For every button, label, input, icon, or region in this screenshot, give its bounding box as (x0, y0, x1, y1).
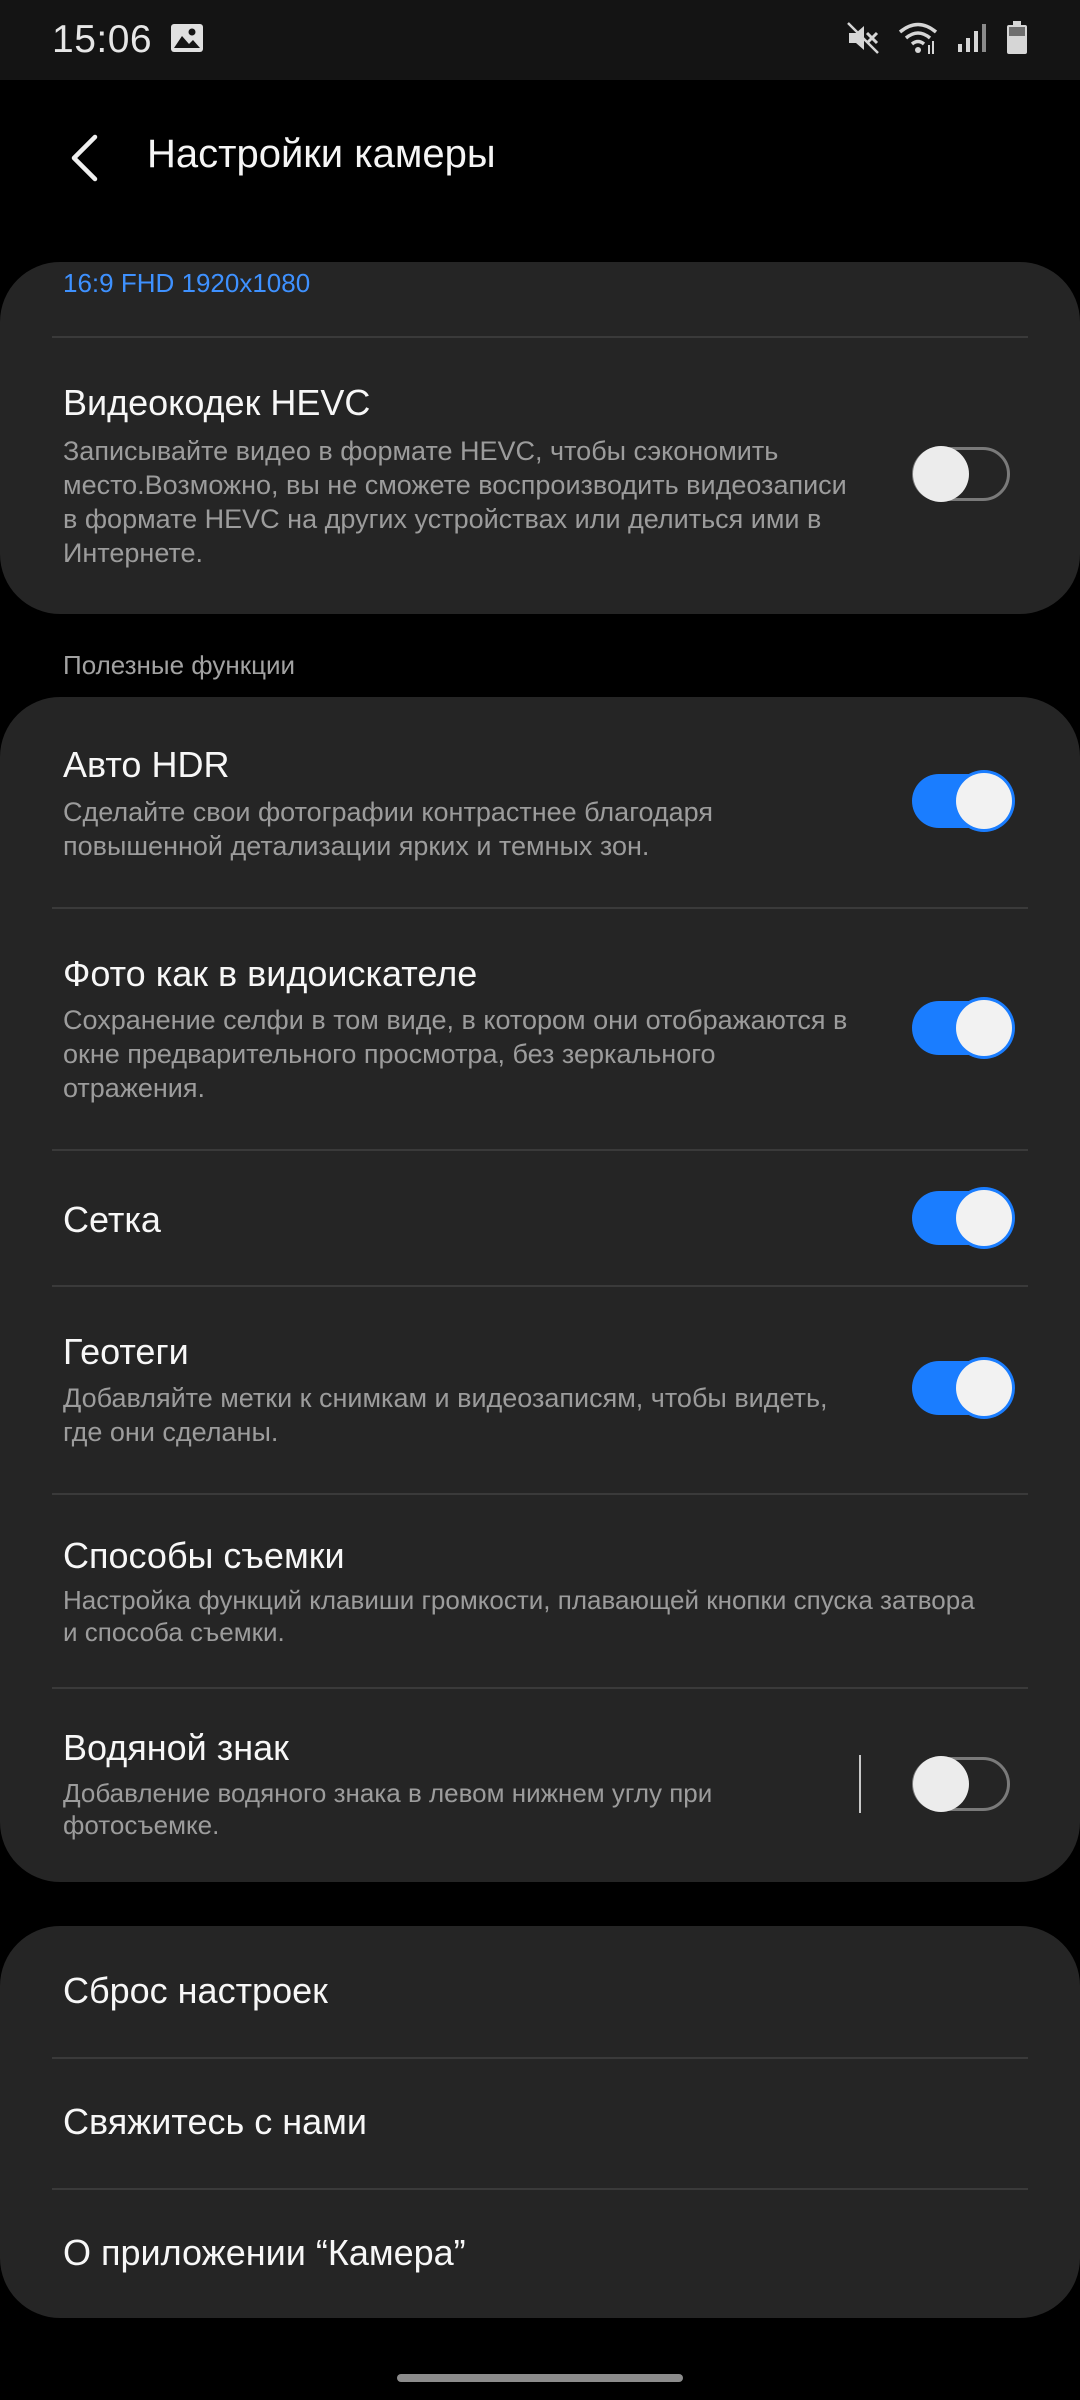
setting-row-watermark[interactable]: Водяной знак Добавление водяного знака в… (0, 1689, 1080, 1882)
status-left: 15:06 (52, 18, 204, 62)
setting-row-shooting-methods[interactable]: Способы съемки Настройка функций клавиши… (0, 1495, 1080, 1687)
home-indicator[interactable] (397, 2374, 683, 2382)
auto-hdr-toggle[interactable] (912, 773, 1012, 829)
menu-item-label: Сброс настроек (63, 1970, 328, 2011)
menu-item-reset-settings[interactable]: Сброс настроек (0, 1926, 1080, 2057)
setting-title: Геотеги (63, 1331, 189, 1372)
setting-description: Добавляйте метки к снимкам и видеозапися… (63, 1383, 828, 1447)
section-label: Полезные функции (63, 650, 296, 680)
page-title: Настройки камеры (147, 132, 496, 176)
hevc-toggle[interactable] (912, 446, 1010, 502)
app-header: Настройки камеры (0, 80, 1080, 235)
signal-icon (956, 22, 988, 59)
toggle-knob (956, 1360, 1012, 1416)
setting-description: Добавление водяного знака в левом нижнем… (63, 1778, 713, 1840)
toggle-knob (913, 446, 969, 502)
menu-item-about-camera[interactable]: О приложении “Камера” (0, 2190, 1080, 2318)
toggle-knob (956, 773, 1012, 829)
setting-row-hevc[interactable]: Видеокодек HEVC Записывайте видео в форм… (0, 338, 1080, 614)
toggle-knob (956, 1000, 1012, 1056)
status-time: 15:06 (52, 18, 153, 61)
setting-description: Настройка функций клавиши громкости, пла… (63, 1585, 975, 1647)
setting-row-geotags[interactable]: Геотеги Добавляйте метки к снимкам и вид… (0, 1287, 1080, 1493)
status-bar: 15:06 (0, 0, 1080, 80)
setting-title: Способы съемки (63, 1535, 345, 1576)
setting-row-auto-hdr[interactable]: Авто HDR Сделайте свои фотографии контра… (0, 697, 1080, 907)
grid-toggle[interactable] (912, 1190, 1012, 1246)
menu-item-contact-us[interactable]: Свяжитесь с нами (0, 2059, 1080, 2188)
setting-description: Сделайте свои фотографии контрастнее бла… (63, 797, 713, 861)
watermark-toggle[interactable] (912, 1756, 1010, 1812)
toggle-knob (956, 1190, 1012, 1246)
useful-features-card: Авто HDR Сделайте свои фотографии контра… (0, 697, 1080, 1882)
setting-title: Авто HDR (63, 744, 230, 785)
wifi-icon (898, 21, 938, 60)
geotags-toggle[interactable] (912, 1360, 1012, 1416)
setting-description: Сохранение селфи в том виде, в котором о… (63, 1005, 848, 1103)
bottom-menu-card: Сброс настроек Свяжитесь с нами О прилож… (0, 1926, 1080, 2318)
gallery-icon (170, 23, 204, 58)
setting-title: Водяной знак (63, 1727, 289, 1768)
back-arrow-icon (71, 134, 98, 182)
mute-icon (846, 21, 880, 60)
battery-icon (1006, 20, 1028, 60)
video-settings-card: 16:9 FHD 1920x1080 Видеокодек HEVC Запис… (0, 262, 1080, 614)
setting-title: Фото как в видоискателе (63, 953, 478, 994)
setting-description: Записывайте видео в формате HEVC, чтобы … (63, 436, 847, 568)
video-resolution-value[interactable]: 16:9 FHD 1920x1080 (63, 268, 310, 299)
setting-row-viewfinder-photo[interactable]: Фото как в видоискателе Сохранение селфи… (0, 909, 1080, 1149)
back-button[interactable] (56, 128, 112, 188)
menu-item-label: Свяжитесь с нами (63, 2101, 368, 2142)
toggle-knob (913, 1756, 969, 1812)
status-right (846, 20, 1028, 60)
vertical-separator (859, 1755, 861, 1813)
setting-title: Видеокодек HEVC (63, 382, 371, 423)
setting-title: Сетка (63, 1199, 161, 1240)
setting-row-grid[interactable]: Сетка (0, 1151, 1080, 1285)
menu-item-label: О приложении “Камера” (63, 2232, 466, 2273)
viewfinder-photo-toggle[interactable] (912, 1000, 1012, 1056)
